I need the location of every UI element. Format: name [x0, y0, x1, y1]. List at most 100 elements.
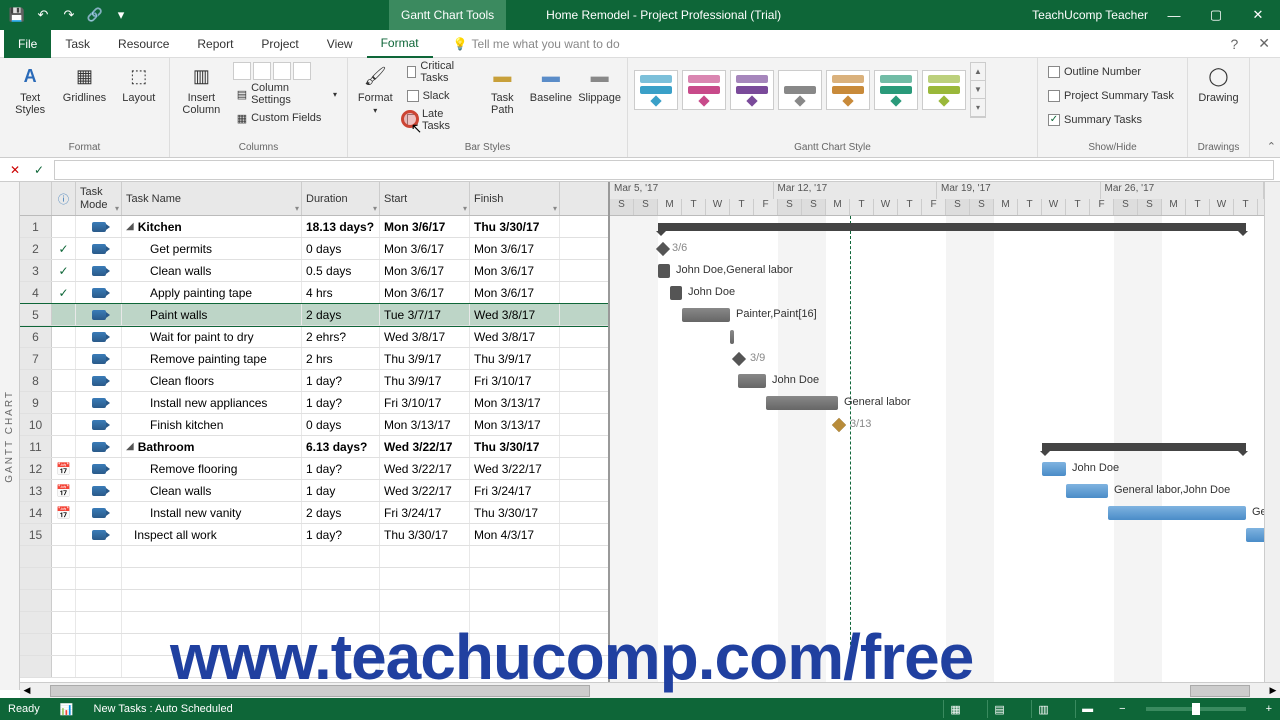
entry-cancel-button[interactable]: ✕	[6, 161, 24, 179]
gridlines-button[interactable]: ▦Gridlines	[60, 62, 108, 104]
style-swatch[interactable]	[730, 70, 774, 110]
info-icon: ⓘ	[56, 191, 71, 207]
tab-resource[interactable]: Resource	[104, 30, 183, 58]
table-row[interactable]: 7 Remove painting tape 2 hrs Thu 3/9/17 …	[20, 348, 608, 370]
auto-schedule-icon	[92, 222, 106, 232]
tell-me-search[interactable]: 💡 Tell me what you want to do	[453, 37, 620, 51]
table-row[interactable]: 5 Paint walls 2 days Tue 3/7/17 Wed 3/8/…	[20, 304, 608, 326]
table-row[interactable]: 14 📅 Install new vanity 2 days Fri 3/24/…	[20, 502, 608, 524]
auto-schedule-icon	[92, 376, 106, 386]
task-bar[interactable]	[738, 374, 766, 388]
entry-accept-button[interactable]: ✓	[30, 161, 48, 179]
tab-format[interactable]: Format	[367, 30, 433, 58]
gallery-scroll[interactable]: ▲▼▾	[970, 62, 986, 118]
style-swatch[interactable]	[778, 70, 822, 110]
table-row[interactable]: 9 Install new appliances 1 day? Fri 3/10…	[20, 392, 608, 414]
minimize-button[interactable]: —	[1158, 1, 1190, 29]
auto-schedule-icon	[92, 420, 106, 430]
column-settings-button[interactable]: ▤Column Settings▾	[233, 84, 341, 104]
col-task-mode[interactable]: Task Mode▾	[76, 182, 122, 215]
table-row[interactable]: 8 Clean floors 1 day? Thu 3/9/17 Fri 3/1…	[20, 370, 608, 392]
table-row[interactable]: 1 ◢Kitchen 18.13 days? Mon 3/6/17 Thu 3/…	[20, 216, 608, 238]
align-buttons[interactable]	[233, 62, 341, 80]
chart-row: John Doe	[610, 458, 1264, 480]
undo-icon[interactable]: ↶	[34, 6, 52, 24]
table-row[interactable]: 3 ✓ Clean walls 0.5 days Mon 3/6/17 Mon …	[20, 260, 608, 282]
col-start[interactable]: Start▾	[380, 182, 470, 215]
task-path-button[interactable]: ▬Task Path	[481, 62, 524, 116]
table-row[interactable]: 15 Inspect all work 1 day? Thu 3/30/17 M…	[20, 524, 608, 546]
format-barstyles-button[interactable]: 🖌Format▾	[354, 62, 397, 115]
save-icon[interactable]: 💾	[8, 6, 26, 24]
zoom-in-icon[interactable]: +	[1266, 703, 1272, 715]
close-button[interactable]: ✕	[1242, 1, 1274, 29]
timescale-day: T	[1066, 199, 1090, 216]
slack-checkbox[interactable]: Slack	[403, 86, 476, 106]
redo-icon[interactable]: ↷	[60, 6, 78, 24]
task-bar[interactable]	[766, 396, 838, 410]
tab-report[interactable]: Report	[183, 30, 247, 58]
project-summary-checkbox[interactable]: Project Summary Task	[1044, 86, 1178, 106]
col-indicator[interactable]: ⓘ	[52, 182, 76, 215]
view-shortcut-1[interactable]: ▦	[943, 700, 967, 718]
task-grid[interactable]: ⓘ Task Mode▾ Task Name▾ Duration▾ Start▾…	[20, 182, 610, 690]
table-row[interactable]: 11 ◢Bathroom 6.13 days? Wed 3/22/17 Thu …	[20, 436, 608, 458]
late-tasks-checkbox[interactable]: Late Tasks ↖	[403, 110, 476, 130]
col-finish[interactable]: Finish▾	[470, 182, 560, 215]
zoom-out-icon[interactable]: −	[1119, 703, 1125, 715]
collapse-ribbon-icon[interactable]: ⌃	[1267, 140, 1276, 153]
qat-more-icon[interactable]: ▾	[112, 6, 130, 24]
task-bar[interactable]	[670, 286, 682, 300]
gantt-chart[interactable]: Mar 5, '17Mar 12, '17Mar 19, '17Mar 26, …	[610, 182, 1264, 690]
style-swatch[interactable]	[682, 70, 726, 110]
timescale-day: M	[1162, 199, 1186, 216]
task-bar[interactable]	[1066, 484, 1108, 498]
timescale-day: S	[946, 199, 970, 216]
style-swatch[interactable]	[634, 70, 678, 110]
style-swatch[interactable]	[826, 70, 870, 110]
style-swatch[interactable]	[922, 70, 966, 110]
view-shortcut-2[interactable]: ▤	[987, 700, 1011, 718]
slippage-button[interactable]: ▬Slippage	[578, 62, 621, 104]
col-task-name[interactable]: Task Name▾	[122, 182, 302, 215]
drawing-button[interactable]: ◯Drawing	[1194, 62, 1243, 104]
link-icon[interactable]: 🔗	[86, 6, 104, 24]
tab-task[interactable]: Task	[51, 30, 104, 58]
zoom-slider[interactable]	[1146, 707, 1246, 711]
summary-tasks-checkbox[interactable]: Summary Tasks	[1044, 110, 1178, 130]
insert-column-button[interactable]: ▥Insert Column	[176, 62, 227, 116]
critical-tasks-checkbox[interactable]: Critical Tasks	[403, 62, 476, 82]
table-row[interactable]: 4 ✓ Apply painting tape 4 hrs Mon 3/6/17…	[20, 282, 608, 304]
text-styles-button[interactable]: AText Styles	[6, 62, 54, 116]
table-row[interactable]: 10 Finish kitchen 0 days Mon 3/13/17 Mon…	[20, 414, 608, 436]
outline-number-checkbox[interactable]: Outline Number	[1044, 62, 1178, 82]
view-shortcut-3[interactable]: ▥	[1031, 700, 1055, 718]
task-bar[interactable]	[1108, 506, 1246, 520]
ribbon-help-icon[interactable]: ?	[1220, 36, 1248, 52]
task-bar[interactable]	[730, 330, 734, 344]
entry-input[interactable]	[54, 160, 1274, 180]
custom-fields-button[interactable]: ▦Custom Fields	[233, 108, 341, 128]
maximize-button[interactable]: ▢	[1200, 1, 1232, 29]
task-path-icon: ▬	[488, 62, 516, 90]
task-bar[interactable]	[658, 264, 670, 278]
task-bar[interactable]	[1042, 462, 1066, 476]
table-row[interactable]: 13 📅 Clean walls 1 day Wed 3/22/17 Fri 3…	[20, 480, 608, 502]
table-row[interactable]: 12 📅 Remove flooring 1 day? Wed 3/22/17 …	[20, 458, 608, 480]
task-bar[interactable]	[682, 308, 730, 322]
tab-project[interactable]: Project	[247, 30, 312, 58]
layout-button[interactable]: ⬚Layout	[115, 62, 163, 104]
col-duration[interactable]: Duration▾	[302, 182, 380, 215]
tab-view[interactable]: View	[313, 30, 367, 58]
vertical-scrollbar[interactable]	[1264, 182, 1280, 690]
view-shortcut-4[interactable]: ▬	[1075, 700, 1099, 718]
style-swatch[interactable]	[874, 70, 918, 110]
gantt-style-gallery[interactable]: ▲▼▾	[634, 62, 1031, 118]
task-bar[interactable]	[1246, 528, 1264, 542]
baseline-button[interactable]: ▬Baseline	[530, 62, 573, 104]
table-row[interactable]: 2 ✓ Get permits 0 days Mon 3/6/17 Mon 3/…	[20, 238, 608, 260]
timescale: Mar 5, '17Mar 12, '17Mar 19, '17Mar 26, …	[610, 182, 1264, 216]
ribbon-close-icon[interactable]: ✕	[1248, 35, 1280, 52]
tab-file[interactable]: File	[4, 30, 51, 58]
table-row[interactable]: 6 Wait for paint to dry 2 ehrs? Wed 3/8/…	[20, 326, 608, 348]
